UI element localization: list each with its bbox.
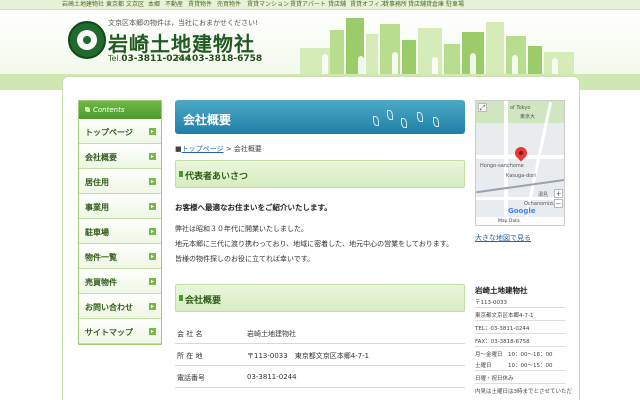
fullscreen-icon[interactable]: ⤢	[478, 103, 487, 112]
info-line: TEL：03-3811-0244	[475, 326, 530, 332]
sidebar-item-sitemap[interactable]: サイトマップ ▸	[79, 319, 161, 344]
keyword-link[interactable]: 貸店舗	[408, 1, 426, 9]
info-line: 東京都文京区本郷4-7-1	[475, 313, 534, 319]
sidebar-item-business[interactable]: 事業用 ▸	[79, 194, 161, 219]
info-line: 土曜日 10：00〜15：00	[475, 363, 553, 369]
page-title: 会社概要	[183, 113, 232, 127]
keyword-link[interactable]: 貸倉庫	[426, 1, 444, 9]
keyword-link[interactable]: 賃貸オフィス	[350, 1, 386, 9]
keyword-link[interactable]: 駐車場	[446, 1, 464, 9]
table-row: 電話番号 03-3811-0244	[175, 366, 465, 388]
info-line: FAX：03-3818-6758	[475, 339, 530, 345]
breadcrumb-home-link[interactable]: トップページ	[182, 145, 224, 153]
section-heading-greeting: 代表者あいさつ	[175, 160, 465, 188]
breadcrumb: ■トップページ > 会社概要	[175, 145, 262, 153]
zoom-out-icon[interactable]: −	[554, 199, 563, 208]
chevron-right-icon: ▸	[149, 178, 156, 185]
chevron-right-icon: ▸	[149, 278, 156, 285]
company-name[interactable]: 岩崎土地建物社	[108, 28, 255, 57]
keyword-link[interactable]: 賃貸物件	[188, 1, 212, 9]
keyword-link[interactable]: 東京都	[106, 1, 124, 9]
greeting-paragraph: 弊社は昭和３０年代に開業いたしました。	[175, 225, 308, 233]
keyword-link[interactable]: 貸事務所	[383, 1, 407, 9]
site-header: 文京区本郷の物件は，当社におまかせください! 岩崎土地建物社 Tel.03-38…	[0, 10, 640, 74]
sidebar-item-contact[interactable]: お問い合わせ ▸	[79, 294, 161, 319]
table-row: 会 社 名 岩崎土地建物社	[175, 322, 465, 344]
sidebar-item-sale[interactable]: 売買物件 ▸	[79, 269, 161, 294]
keyword-link[interactable]: 本郷	[148, 1, 160, 9]
header-tagline: 文京区本郷の物件は，当社におまかせください!	[108, 19, 258, 27]
sidebar-item-residential[interactable]: 居住用 ▸	[79, 169, 161, 194]
section-marker-icon	[179, 295, 183, 301]
larger-map-link[interactable]: 大きな地図で見る	[475, 233, 531, 243]
home-icon: ■	[175, 145, 182, 153]
keyword-link[interactable]: 売買物件	[217, 1, 241, 9]
google-logo: Google	[508, 207, 536, 215]
keyword-link[interactable]: 不動産	[165, 1, 183, 9]
leaf-decoration-icon	[363, 106, 453, 130]
keyword-link[interactable]: 文京区	[126, 1, 144, 9]
chevron-right-icon: ▸	[149, 328, 156, 335]
keyword-link[interactable]: 賃貸マンション	[247, 1, 289, 9]
info-line: 月〜金曜日 10：00〜18：00	[475, 352, 553, 358]
section-heading-overview: 会社概要	[175, 284, 465, 312]
keyword-link[interactable]: 貸店舗	[328, 1, 346, 9]
info-line: 日曜・祝日休み	[475, 376, 514, 382]
greeting-lead: お客様へ最適なお住まいをご紹介いたします。	[175, 203, 332, 212]
chevron-right-icon: ▸	[149, 153, 156, 160]
chevron-right-icon: ▸	[149, 253, 156, 260]
header-fax: Fax.03-3818-6758	[176, 54, 263, 64]
sidebar-heading: Contents	[79, 101, 161, 119]
sidebar-item-listings[interactable]: 物件一覧 ▸	[79, 244, 161, 269]
zoom-in-icon[interactable]: +	[554, 189, 563, 198]
company-info-table: 会 社 名 岩崎土地建物社 所 在 地 〒113-0033 東京都文京区本郷4-…	[175, 322, 465, 388]
map-attribution: Map Data	[476, 217, 564, 225]
info-company-name: 岩崎土地建物社	[475, 286, 528, 295]
sidebar-nav: Contents トップページ ▸ 会社概要 ▸ 居住用 ▸ 事業用 ▸ 駐車場 ▸ 物件…	[78, 100, 162, 345]
greeting-paragraph: 地元本郷に三代に渡り携わっており、地域に密着した、地元中心の営業をしております。	[175, 240, 454, 248]
sidebar-item-company[interactable]: 会社概要 ▸	[79, 144, 161, 169]
keyword-link[interactable]: 賃貸アパート	[290, 1, 326, 9]
chevron-right-icon: ▸	[149, 203, 156, 210]
embedded-map[interactable]: of Tokyo 東京大 Hongo-sanchome Kasuga-dori …	[475, 100, 565, 226]
keyword-link[interactable]: 岩崎土地建物社	[62, 1, 104, 9]
chevron-right-icon: ▸	[149, 303, 156, 310]
chevron-right-icon: ▸	[149, 228, 156, 235]
sidebar-item-parking[interactable]: 駐車場 ▸	[79, 219, 161, 244]
chevron-right-icon: ▸	[149, 128, 156, 135]
sidebar-item-top[interactable]: トップページ ▸	[79, 119, 161, 144]
info-line: 内見は土曜日は3時までとさせていただ	[475, 389, 573, 395]
table-row: 所 在 地 〒113-0033 東京都文京区本郷4-7-1	[175, 344, 465, 366]
leaf-icon	[85, 107, 90, 112]
info-line: 〒113-0033	[475, 300, 507, 306]
section-marker-icon	[179, 171, 183, 177]
keyword-bar: 岩崎土地建物社 東京都 文京区 本郷 不動産 賃貸物件 売買物件 賃貸マンション…	[0, 0, 640, 10]
greeting-paragraph: 皆様の物件探しのお役に立てれば幸いです。	[175, 255, 315, 263]
breadcrumb-current: 会社概要	[233, 145, 262, 153]
company-logo-icon[interactable]	[68, 21, 106, 59]
page-title-banner: 会社概要	[175, 100, 465, 134]
